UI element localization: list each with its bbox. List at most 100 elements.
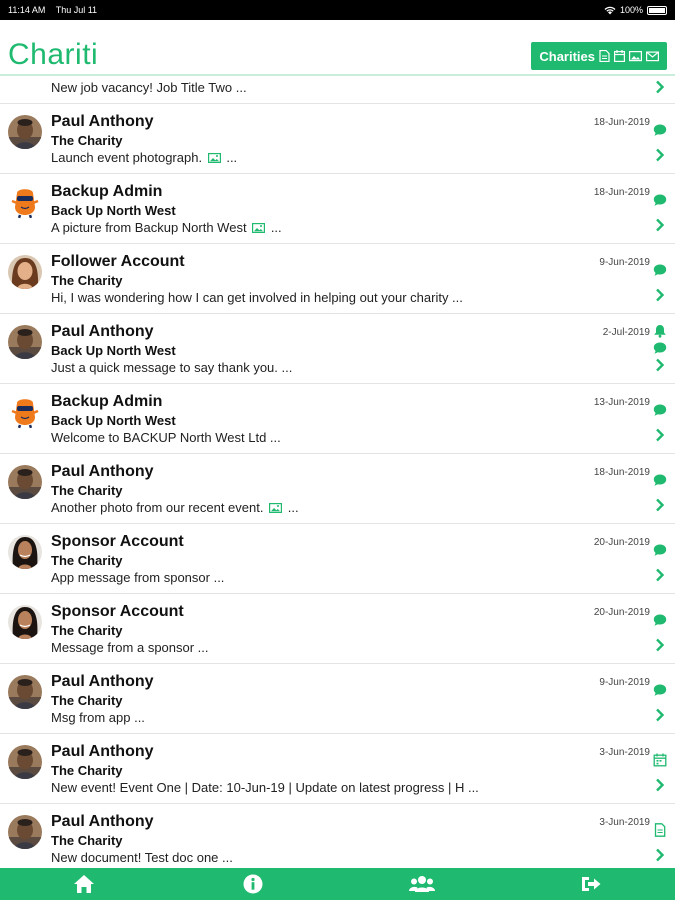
ellipsis: ... xyxy=(287,500,299,515)
message-row[interactable]: Paul Anthony The Charity Msg from app ... 9… xyxy=(0,664,675,734)
message-preview: New document! Test doc one ... xyxy=(51,850,233,865)
message-preview: A picture from Backup North West ... xyxy=(51,220,282,235)
chat-icon xyxy=(653,264,667,276)
charity-name: Back Up North West xyxy=(51,343,176,358)
avatar-man-icon xyxy=(8,325,42,359)
logout-icon xyxy=(581,877,601,891)
avatar xyxy=(8,605,42,639)
image-icon xyxy=(629,51,642,62)
message-text: Message from a sponsor ... xyxy=(51,640,209,655)
sender-name: Paul Anthony xyxy=(51,113,154,130)
charities-button-label: Charities xyxy=(539,48,595,64)
message-date: 18-Jun-2019 xyxy=(593,467,650,478)
charities-button[interactable]: Charities xyxy=(531,42,667,70)
charity-name: Back Up North West xyxy=(51,203,176,218)
message-preview: Hi, I was wondering how I can get involv… xyxy=(51,290,463,305)
chat-icon xyxy=(653,474,667,486)
avatar-mascot-icon xyxy=(8,395,42,429)
message-date: 3-Jun-2019 xyxy=(599,817,650,828)
avatar xyxy=(8,465,42,499)
avatar xyxy=(8,255,42,289)
message-row[interactable]: Paul Anthony The Charity New event! Event … xyxy=(0,734,675,804)
chevron-right-icon xyxy=(656,218,665,232)
avatar xyxy=(8,535,42,569)
charity-name: The Charity xyxy=(51,273,123,288)
message-text: New document! Test doc one ... xyxy=(51,850,233,865)
chevron-right-icon xyxy=(656,288,665,302)
chat-icon xyxy=(653,404,667,416)
tab-info[interactable] xyxy=(169,868,338,900)
sender-name: Paul Anthony xyxy=(51,813,154,830)
message-row[interactable]: Backup Admin Back Up North West Welcome to… xyxy=(0,384,675,454)
sender-name: Follower Account xyxy=(51,253,185,270)
message-date: 20-Jun-2019 xyxy=(593,537,650,548)
message-preview: Welcome to BACKUP North West Ltd ... xyxy=(51,430,281,445)
avatar xyxy=(8,185,42,219)
chat-icon xyxy=(653,342,667,354)
chevron-right-icon xyxy=(656,358,665,372)
message-row[interactable]: Sponsor Account The Charity Message from a… xyxy=(0,594,675,664)
bell-icon xyxy=(654,325,666,338)
charity-name: The Charity xyxy=(51,483,123,498)
sender-name: Paul Anthony xyxy=(51,463,154,480)
status-time: 11:14 AM xyxy=(8,5,46,15)
message-preview: New job vacancy! Job Title Two ... xyxy=(51,80,247,95)
message-date: 20-Jun-2019 xyxy=(593,607,650,618)
avatar xyxy=(8,395,42,429)
charity-name: The Charity xyxy=(51,553,123,568)
image-attachment-icon xyxy=(252,223,266,233)
ellipsis: ... xyxy=(270,220,282,235)
tab-logout[interactable] xyxy=(506,868,675,900)
battery-percent: 100% xyxy=(619,5,643,15)
message-row[interactable]: Paul Anthony The Charity Launch event phot… xyxy=(0,104,675,174)
message-text: New event! Event One | Date: 10-Jun-19 |… xyxy=(51,780,479,795)
message-text: Msg from app ... xyxy=(51,710,145,725)
message-text: Another photo from our recent event. xyxy=(51,500,264,515)
chevron-right-icon xyxy=(656,428,665,442)
tab-users[interactable] xyxy=(338,868,507,900)
message-preview: Message from a sponsor ... xyxy=(51,640,209,655)
avatar xyxy=(8,675,42,709)
avatar-man-icon xyxy=(8,815,42,849)
app-header: Chariti Charities xyxy=(0,20,675,76)
chevron-right-icon xyxy=(656,568,665,582)
message-list[interactable]: New job vacancy! Job Title Two ... Paul … xyxy=(0,76,675,868)
message-preview: Just a quick message to say thank you. .… xyxy=(51,360,292,375)
chat-icon xyxy=(653,684,667,696)
charity-name: The Charity xyxy=(51,693,123,708)
chevron-right-icon xyxy=(656,80,665,94)
message-row[interactable]: Backup Admin Back Up North West A picture … xyxy=(0,174,675,244)
message-row[interactable]: Follower Account The Charity Hi, I was won… xyxy=(0,244,675,314)
message-row[interactable]: Sponsor Account The Charity App message fr… xyxy=(0,524,675,594)
message-preview: App message from sponsor ... xyxy=(51,570,224,585)
image-attachment-icon xyxy=(207,153,221,163)
avatar-woman-icon xyxy=(8,535,42,569)
sender-name: Backup Admin xyxy=(51,183,163,200)
sender-name: Sponsor Account xyxy=(51,533,184,550)
message-date: 18-Jun-2019 xyxy=(593,117,650,128)
tab-home[interactable] xyxy=(0,868,169,900)
chevron-right-icon xyxy=(656,498,665,512)
message-date: 9-Jun-2019 xyxy=(599,257,650,268)
app-logo: Chariti xyxy=(8,38,99,71)
message-date: 13-Jun-2019 xyxy=(593,397,650,408)
message-date: 9-Jun-2019 xyxy=(599,677,650,688)
avatar xyxy=(8,325,42,359)
info-icon xyxy=(243,874,263,894)
chevron-right-icon xyxy=(656,778,665,792)
message-row[interactable]: New job vacancy! Job Title Two ... xyxy=(0,76,675,104)
status-date: Thu Jul 11 xyxy=(55,5,98,15)
avatar-woman-icon xyxy=(8,255,42,289)
message-row[interactable]: Paul Anthony The Charity Another photo fro… xyxy=(0,454,675,524)
message-row[interactable]: Paul Anthony The Charity New document! Tes… xyxy=(0,804,675,868)
sender-name: Paul Anthony xyxy=(51,323,154,340)
sender-name: Backup Admin xyxy=(51,393,163,410)
message-preview: Another photo from our recent event. ... xyxy=(51,500,299,515)
message-row[interactable]: Paul Anthony Back Up North West Just a qui… xyxy=(0,314,675,384)
users-icon xyxy=(408,876,435,892)
message-text: Just a quick message to say thank you. .… xyxy=(51,360,293,375)
calendar-icon xyxy=(614,50,625,62)
sender-name: Paul Anthony xyxy=(51,743,154,760)
chat-icon xyxy=(653,194,667,206)
avatar xyxy=(8,745,42,779)
